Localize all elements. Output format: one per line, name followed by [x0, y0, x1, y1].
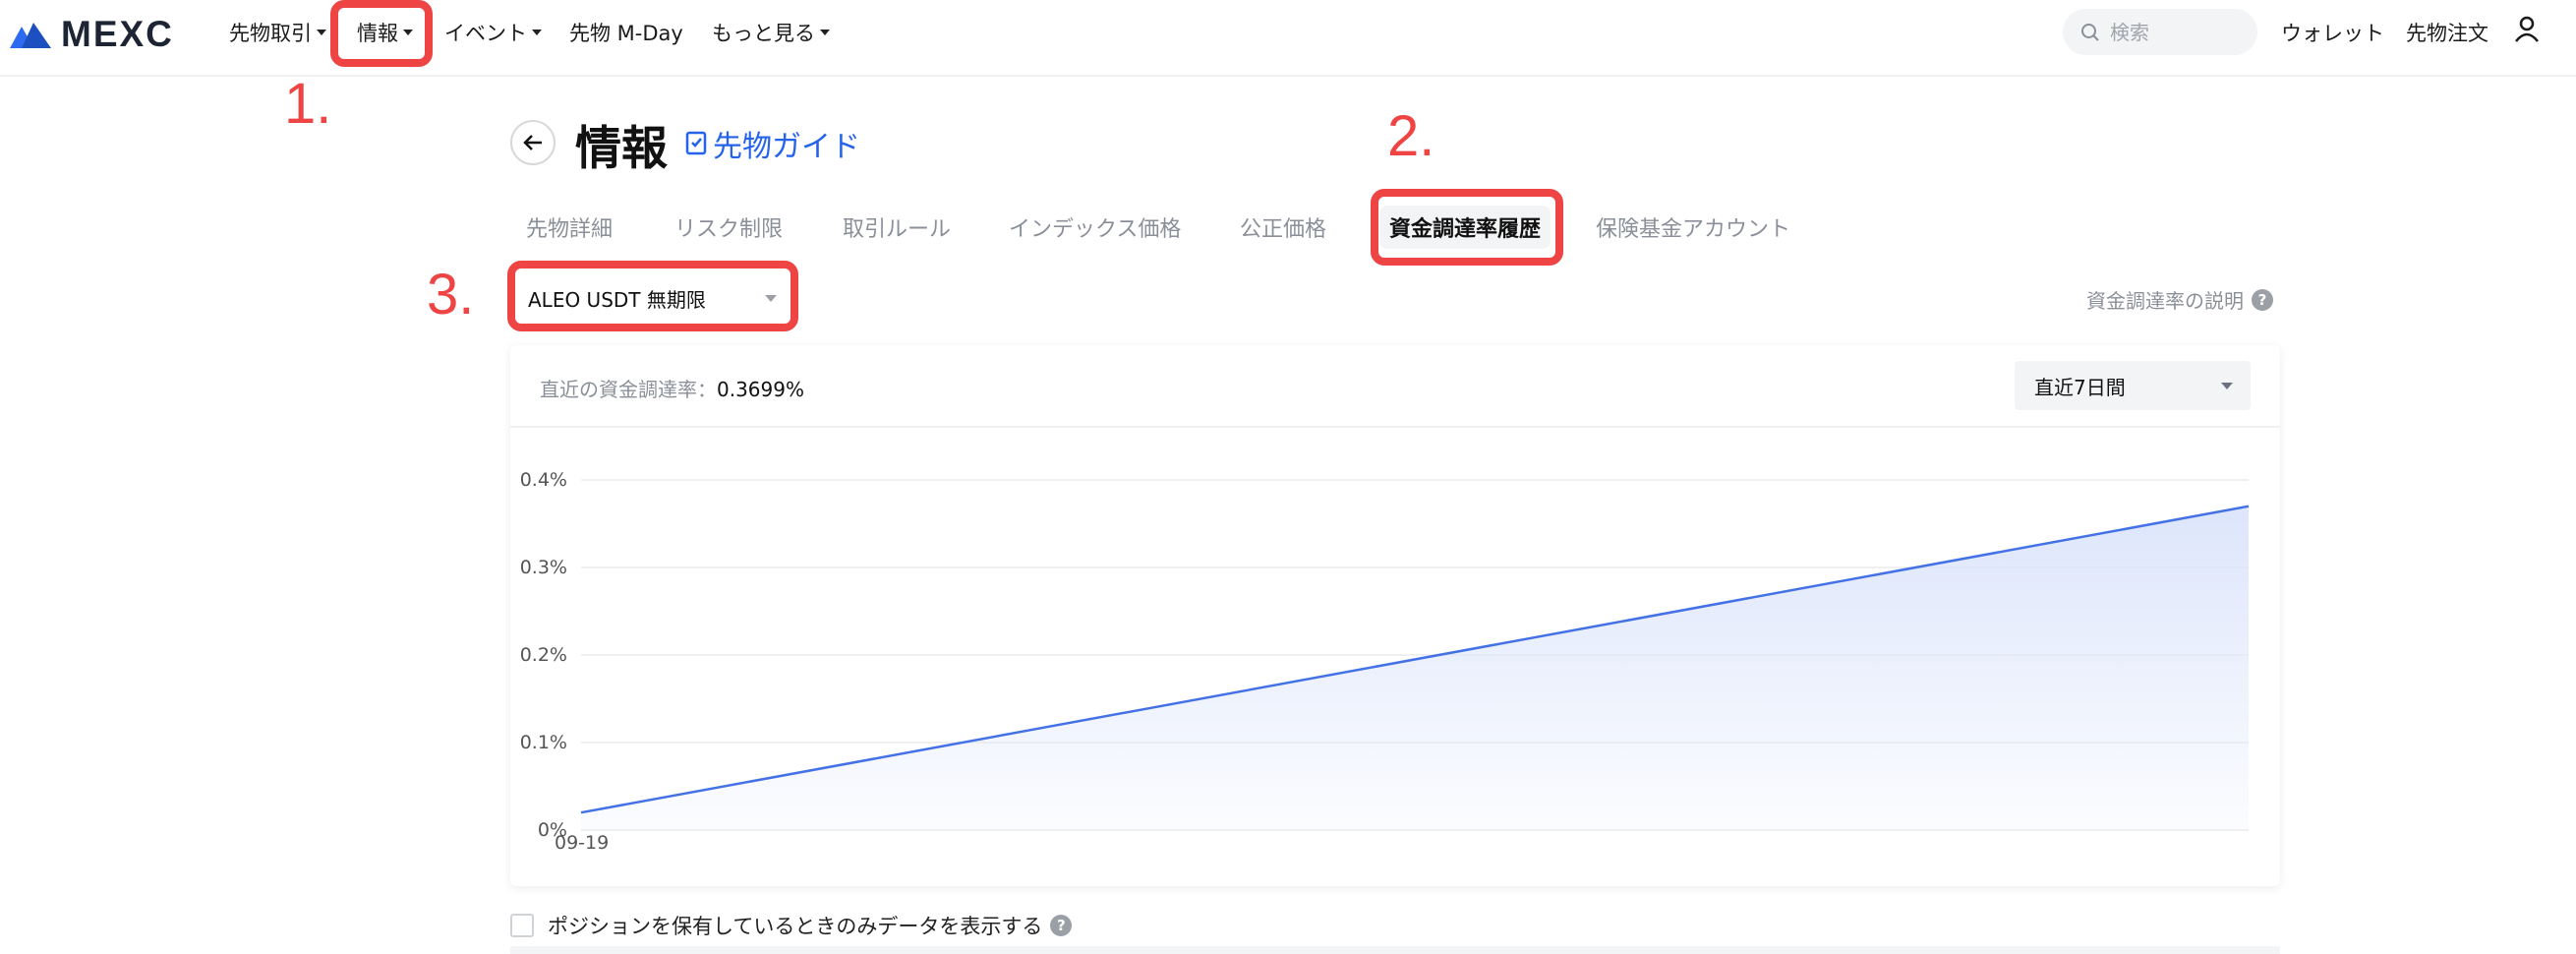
nav-futures-trade[interactable]: 先物取引 [229, 18, 326, 47]
tab-trading-rules[interactable]: 取引ルール [843, 211, 951, 243]
futures-guide-link[interactable]: 先物ガイド [685, 122, 860, 165]
recent-rate-value: 0.3699% [717, 378, 804, 401]
nav-events-label: イベント [444, 22, 527, 45]
chevron-down-icon [532, 30, 542, 35]
mexc-logo-icon [10, 23, 51, 48]
y-tick-label: 0.4% [520, 469, 567, 491]
nav-events[interactable]: イベント [444, 18, 542, 47]
nav-futures-orders-label: 先物注文 [2406, 22, 2488, 45]
guide-book-icon [685, 131, 707, 155]
chevron-down-icon [820, 30, 830, 35]
tab-fair-price[interactable]: 公正価格 [1240, 211, 1326, 243]
nav-futures-trade-label: 先物取引 [229, 22, 312, 45]
tab-insurance-fund[interactable]: 保険基金アカウント [1596, 211, 1790, 243]
nav-futures-orders[interactable]: 先物注文 [2406, 18, 2488, 47]
chevron-down-icon [317, 30, 326, 35]
highlight-tab-funding-rate-history [1371, 189, 1563, 266]
user-icon[interactable] [2514, 16, 2540, 47]
nav-futures-mday[interactable]: 先物 M-Day [569, 18, 683, 47]
period-select-value: 直近7日間 [2034, 375, 2126, 399]
nav-wallet-label: ウォレット [2281, 22, 2384, 45]
nav-futures-mday-label: 先物 M-Day [569, 22, 683, 45]
question-icon: ? [2252, 288, 2273, 311]
highlight-nav-info [330, 0, 433, 67]
funding-rate-chart: 0%0.1%0.2%0.3%0.4%09-19 [520, 469, 2250, 854]
y-tick-label: 0.1% [520, 732, 567, 753]
search-box[interactable] [2063, 9, 2257, 55]
card-header: 直近の資金調達率：0.3699% 直近7日間 [510, 345, 2280, 428]
page-title: 情報 [575, 122, 668, 176]
y-tick-label: 0.2% [520, 644, 567, 666]
step-number-2: 2. [1387, 104, 1435, 168]
x-tick-label: 09-19 [555, 832, 609, 854]
tab-index-price[interactable]: インデックス価格 [1009, 211, 1181, 243]
search-icon [2081, 23, 2099, 41]
period-select[interactable]: 直近7日間 [2015, 361, 2251, 410]
back-button[interactable] [510, 120, 556, 165]
tab-risk-limits[interactable]: リスク制限 [674, 211, 783, 243]
futures-guide-label: 先物ガイド [713, 130, 860, 164]
recent-rate: 直近の資金調達率：0.3699% [540, 374, 804, 402]
nav-wallet[interactable]: ウォレット [2281, 18, 2384, 47]
table-header-strip [510, 946, 2280, 954]
step-number-1: 1. [284, 72, 332, 136]
chevron-down-icon [2221, 383, 2233, 389]
nav-more-label: もっと見る [712, 22, 815, 45]
show-positions-only-row: ポジションを保有しているときのみデータを表示する ? [548, 911, 1073, 940]
series-area [581, 506, 2249, 830]
arrow-left-icon [523, 135, 542, 150]
step-number-3: 3. [427, 263, 475, 327]
funding-rate-card: 直近の資金調達率：0.3699% 直近7日間 0% 0.1% 0.2% 0.3% 0.4… [510, 345, 2280, 886]
show-positions-only-checkbox[interactable] [510, 914, 534, 937]
funding-rate-explain-link[interactable]: 資金調達率の説明 ? [2086, 285, 2273, 314]
tab-futures-details[interactable]: 先物詳細 [526, 211, 613, 243]
logo-text: MEXC [61, 14, 174, 54]
mexc-logo[interactable]: MEXC [8, 14, 174, 55]
recent-rate-label: 直近の資金調達率： [540, 378, 717, 401]
y-tick-label: 0.3% [520, 557, 567, 578]
funding-rate-explain-label: 資金調達率の説明 [2086, 289, 2244, 313]
nav-more[interactable]: もっと見る [712, 18, 830, 47]
highlight-contract-select [507, 261, 798, 331]
show-positions-only-label: ポジションを保有しているときのみデータを表示する [548, 915, 1043, 938]
question-icon[interactable]: ? [1050, 915, 1073, 936]
search-input[interactable] [2110, 20, 2248, 44]
